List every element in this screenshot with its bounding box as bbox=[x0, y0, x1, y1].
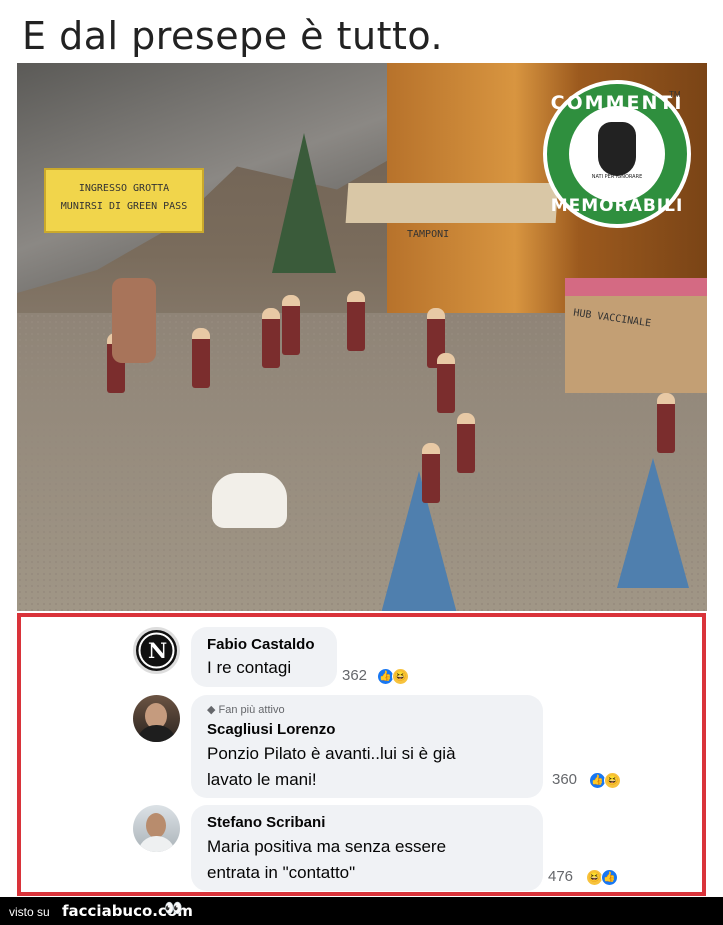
bearded-face-icon bbox=[598, 122, 636, 176]
avatar[interactable] bbox=[133, 805, 180, 852]
figurine bbox=[192, 328, 210, 388]
diamond-icon: ◆ bbox=[207, 704, 216, 716]
nativity-photo: INGRESSO GROTTA MUNIRSI DI GREEN PASS TA… bbox=[17, 63, 707, 611]
like-icon: 👍 bbox=[601, 869, 618, 886]
reaction-count[interactable]: 360 bbox=[552, 771, 577, 788]
person-body-icon bbox=[138, 836, 175, 852]
figurine bbox=[282, 295, 300, 355]
cork-pillar bbox=[112, 278, 156, 363]
post-title: E dal presepe è tutto. bbox=[22, 14, 444, 58]
trademark-mark: TM bbox=[669, 90, 681, 99]
badge-small-text: NATI PER IGNORARE bbox=[591, 174, 643, 180]
footer-bar: visto su facciabuco.com 👀 bbox=[0, 897, 723, 925]
fan-badge: ◆ Fan più attivo bbox=[207, 703, 285, 716]
green-pass-sign: INGRESSO GROTTA MUNIRSI DI GREEN PASS bbox=[44, 168, 204, 233]
haha-icon: 😆 bbox=[604, 772, 621, 789]
reaction-count[interactable]: 476 bbox=[548, 868, 573, 885]
christmas-tree-back bbox=[272, 133, 336, 273]
tamponi-tent bbox=[345, 183, 559, 223]
snowy-tree-front bbox=[379, 471, 459, 611]
avatar[interactable] bbox=[133, 695, 180, 742]
figurine bbox=[457, 413, 475, 473]
tamponi-label: TAMPONI bbox=[407, 229, 450, 240]
figurine bbox=[422, 443, 440, 503]
napoli-letter: N bbox=[148, 638, 168, 663]
figurine bbox=[437, 353, 455, 413]
sign-line-1: INGRESSO GROTTA bbox=[78, 183, 170, 194]
comment-text-line-1: Ponzio Pilato è avanti..lui si è già bbox=[207, 744, 456, 763]
snowy-tree-right bbox=[617, 458, 689, 588]
figurine bbox=[347, 291, 365, 351]
haha-icon: 😆 bbox=[392, 668, 409, 685]
figurine bbox=[657, 393, 675, 453]
sign-line-2: MUNIRSI DI GREEN PASS bbox=[60, 201, 188, 212]
person-body-icon bbox=[136, 725, 177, 742]
footer-seen-on: visto su bbox=[9, 905, 50, 919]
comment-text: I re contagi bbox=[207, 658, 292, 677]
comment-author[interactable]: Stefano Scribani bbox=[207, 814, 325, 831]
comment-text-line-2: lavato le mani! bbox=[207, 770, 317, 789]
sheep-figurine bbox=[212, 473, 287, 528]
reaction-count[interactable]: 362 bbox=[342, 667, 367, 684]
figurine bbox=[262, 308, 280, 368]
avatar[interactable]: N bbox=[133, 627, 180, 674]
comment-text-line-1: Maria positiva ma senza essere bbox=[207, 837, 447, 856]
fan-badge-label: Fan più attivo bbox=[218, 704, 285, 716]
badge-inner-circle: NATI PER IGNORARE bbox=[569, 106, 665, 202]
comment-author[interactable]: Scagliusi Lorenzo bbox=[207, 721, 335, 738]
badge-bottom-text: MEMORABILI bbox=[550, 196, 684, 216]
eyes-icon: 👀 bbox=[164, 900, 183, 917]
comment-text-line-2: entrata in "contatto" bbox=[207, 863, 356, 882]
person-face-icon bbox=[146, 813, 166, 838]
comments-panel: N Fabio Castaldo I re contagi 362 👍 😆 ◆ … bbox=[17, 613, 706, 896]
comment-author[interactable]: Fabio Castaldo bbox=[207, 636, 315, 653]
vaccine-hub-house bbox=[565, 278, 707, 393]
commenti-memorabili-badge: COMMENTI NATI PER IGNORARE MEMORABILI bbox=[543, 80, 691, 228]
